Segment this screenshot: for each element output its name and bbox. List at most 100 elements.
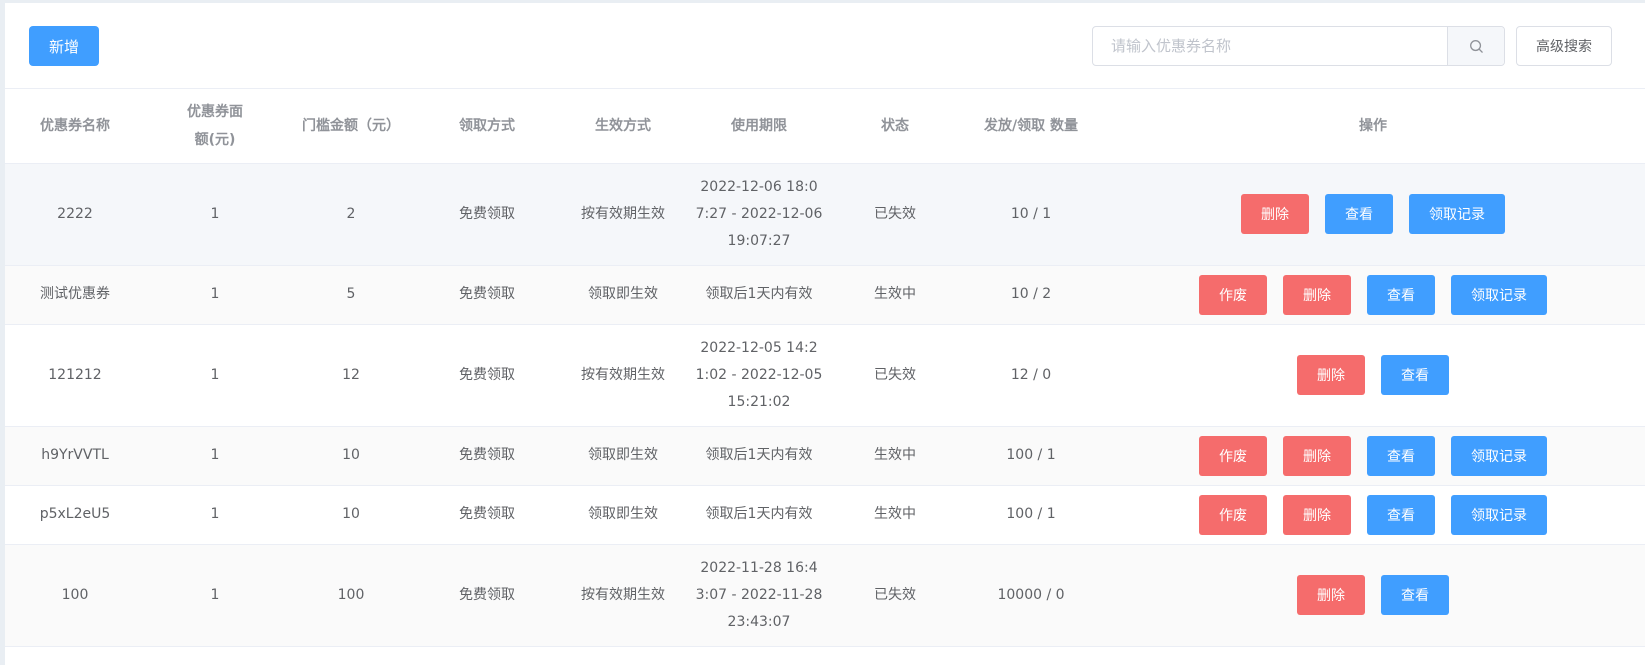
claim-records-button[interactable]: 领取记录: [1451, 435, 1547, 476]
table-header-row: 优惠券名称 优惠券面额(元) 门槛金额（元） 领取方式 生效方式 使用期限 状态…: [5, 89, 1645, 164]
period-text: 领取后1天内有效: [705, 506, 813, 522]
table-row: p5xL2eU5 1 10 免费领取 领取即生效 领取后1天内有效 生效中 10…: [5, 485, 1645, 545]
void-button[interactable]: 作废: [1199, 494, 1267, 535]
delete-button[interactable]: 删除: [1283, 494, 1351, 535]
table-row: h9YrVVTL 1 10 免费领取 领取即生效 领取后1天内有效 生效中 10…: [5, 426, 1645, 486]
delete-button[interactable]: 删除: [1297, 355, 1365, 395]
cell-period: 2022-11-28 16:43:07 - 2022-11-28 23:43:0…: [689, 544, 829, 647]
claim-records-button[interactable]: 领取记录: [1409, 194, 1505, 234]
cell-actions: 作废 删除 查看 领取记录: [1101, 426, 1645, 486]
cell-name: 121212: [5, 324, 145, 427]
cell-period: 领取后1天内有效: [689, 485, 829, 545]
table-row: 100 1 100 免费领取 按有效期生效 2022-11-28 16:43:0…: [5, 544, 1645, 647]
advanced-search-button[interactable]: 高级搜索: [1516, 26, 1612, 66]
col-header-name: 优惠券名称: [5, 89, 145, 164]
cell-claim-method: 免费领取: [417, 485, 557, 545]
cell-effect-method: 领取即生效: [557, 485, 689, 545]
action-group: 作废 删除 查看 领取记录: [1107, 494, 1639, 535]
cell-name: 100: [5, 544, 145, 647]
view-button[interactable]: 查看: [1381, 575, 1449, 615]
period-text: 2022-11-28 16:43:07 - 2022-11-28 23:43:0…: [695, 559, 823, 630]
cell-claim-method: 免费领取: [417, 163, 557, 266]
cell-count: 100 / 1: [961, 426, 1101, 486]
cell-effect-method: 领取即生效: [557, 265, 689, 325]
search-button[interactable]: [1447, 27, 1504, 65]
delete-button[interactable]: 删除: [1297, 575, 1365, 615]
search-icon: [1469, 39, 1483, 53]
cell-status: 已失效: [829, 324, 961, 427]
col-header-claim-method: 领取方式: [417, 89, 557, 164]
coupon-list-panel: 新增 高级搜索 优惠券名称 优: [5, 3, 1645, 665]
cell-face-value: 1: [145, 265, 285, 325]
delete-button[interactable]: 删除: [1283, 274, 1351, 315]
search-box: [1092, 26, 1505, 66]
col-header-threshold: 门槛金额（元）: [285, 89, 417, 164]
cell-actions: 作废 删除 查看 领取记录: [1101, 265, 1645, 325]
cell-count: 12 / 0: [961, 324, 1101, 427]
period-text: 2022-12-06 18:07:27 - 2022-12-06 19:07:2…: [695, 178, 823, 249]
cell-status: 生效中: [829, 485, 961, 545]
cell-effect-method: 按有效期生效: [557, 163, 689, 266]
action-group: 删除 查看 领取记录: [1107, 194, 1639, 234]
cell-face-value: 1: [145, 426, 285, 486]
cell-actions: 删除 查看: [1101, 544, 1645, 647]
cell-period: 2022-12-06 18:07:27 - 2022-12-06 19:07:2…: [689, 163, 829, 266]
col-header-actions: 操作: [1101, 89, 1645, 164]
cell-face-value: 1: [145, 324, 285, 427]
view-button[interactable]: 查看: [1367, 274, 1435, 315]
cell-count: 100 / 1: [961, 485, 1101, 545]
void-button[interactable]: 作废: [1199, 435, 1267, 476]
view-button[interactable]: 查看: [1367, 494, 1435, 535]
coupon-table: 优惠券名称 优惠券面额(元) 门槛金额（元） 领取方式 生效方式 使用期限 状态…: [5, 89, 1645, 647]
view-button[interactable]: 查看: [1381, 355, 1449, 395]
cell-status: 已失效: [829, 544, 961, 647]
cell-effect-method: 领取即生效: [557, 426, 689, 486]
cell-threshold: 100: [285, 544, 417, 647]
table-row: 测试优惠券 1 5 免费领取 领取即生效 领取后1天内有效 生效中 10 / 2…: [5, 265, 1645, 325]
cell-actions: 删除 查看 领取记录: [1101, 163, 1645, 266]
cell-actions: 删除 查看: [1101, 324, 1645, 427]
cell-claim-method: 免费领取: [417, 265, 557, 325]
col-header-issued-claimed: 发放/领取 数量: [961, 89, 1101, 164]
claim-records-button[interactable]: 领取记录: [1451, 494, 1547, 535]
void-button[interactable]: 作废: [1199, 274, 1267, 315]
cell-actions: 作废 删除 查看 领取记录: [1101, 485, 1645, 545]
cell-claim-method: 免费领取: [417, 426, 557, 486]
cell-threshold: 10: [285, 485, 417, 545]
cell-effect-method: 按有效期生效: [557, 544, 689, 647]
cell-status: 已失效: [829, 163, 961, 266]
claim-records-button[interactable]: 领取记录: [1451, 274, 1547, 315]
delete-button[interactable]: 删除: [1241, 194, 1309, 234]
add-button[interactable]: 新增: [29, 26, 99, 66]
cell-claim-method: 免费领取: [417, 544, 557, 647]
cell-name: 测试优惠券: [5, 265, 145, 325]
period-text: 2022-12-05 14:21:02 - 2022-12-05 15:21:0…: [695, 339, 823, 410]
cell-face-value: 1: [145, 163, 285, 266]
cell-threshold: 2: [285, 163, 417, 266]
view-button[interactable]: 查看: [1325, 194, 1393, 234]
col-header-status: 状态: [829, 89, 961, 164]
action-group: 作废 删除 查看 领取记录: [1107, 274, 1639, 315]
view-button[interactable]: 查看: [1367, 435, 1435, 476]
cell-claim-method: 免费领取: [417, 324, 557, 427]
cell-name: 2222: [5, 163, 145, 266]
cell-threshold: 12: [285, 324, 417, 427]
cell-face-value: 1: [145, 485, 285, 545]
cell-face-value: 1: [145, 544, 285, 647]
toolbar: 新增 高级搜索: [5, 3, 1645, 89]
cell-effect-method: 按有效期生效: [557, 324, 689, 427]
cell-period: 2022-12-05 14:21:02 - 2022-12-05 15:21:0…: [689, 324, 829, 427]
col-header-face-value: 优惠券面额(元): [145, 89, 285, 164]
search-input[interactable]: [1093, 27, 1447, 65]
cell-count: 10 / 2: [961, 265, 1101, 325]
cell-period: 领取后1天内有效: [689, 265, 829, 325]
cell-threshold: 5: [285, 265, 417, 325]
period-text: 领取后1天内有效: [705, 447, 813, 463]
table-row: 121212 1 12 免费领取 按有效期生效 2022-12-05 14:21…: [5, 324, 1645, 427]
action-group: 删除 查看: [1107, 355, 1639, 395]
delete-button[interactable]: 删除: [1283, 435, 1351, 476]
cell-threshold: 10: [285, 426, 417, 486]
cell-status: 生效中: [829, 426, 961, 486]
col-header-period: 使用期限: [689, 89, 829, 164]
cell-period: 领取后1天内有效: [689, 426, 829, 486]
